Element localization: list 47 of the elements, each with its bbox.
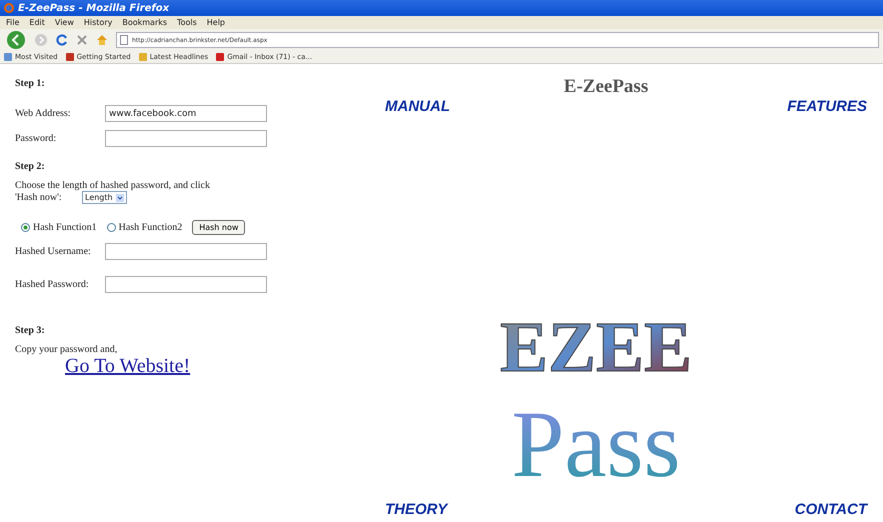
menu-item[interactable]: Bookmarks bbox=[122, 18, 168, 27]
menu-item[interactable]: Edit bbox=[29, 18, 45, 27]
envelope-icon bbox=[216, 53, 224, 61]
field-label: Hashed Username: bbox=[15, 246, 92, 257]
radio-label: Hash Function1 bbox=[33, 222, 97, 233]
menu-item[interactable]: File bbox=[6, 18, 20, 27]
caret-icon bbox=[116, 194, 124, 202]
radio-button[interactable] bbox=[21, 223, 30, 232]
instruction-text: 'Hash now': bbox=[15, 192, 63, 203]
radio-option[interactable]: Hash Function1 bbox=[21, 222, 97, 233]
radio-option[interactable]: Hash Function2 bbox=[106, 222, 182, 233]
instruction-text: Copy your password and, bbox=[15, 344, 118, 355]
nav-link[interactable]: CONTACT bbox=[794, 501, 867, 518]
logo-drawing: EZEE Pass bbox=[481, 271, 711, 501]
nav-link[interactable]: MANUAL bbox=[385, 98, 450, 115]
step-heading: Step 1: bbox=[15, 78, 46, 89]
bookmark-icon bbox=[66, 53, 74, 61]
input-field[interactable] bbox=[105, 276, 267, 293]
reload-icon[interactable] bbox=[56, 34, 68, 46]
input-field[interactable]: www.facebook.com bbox=[105, 105, 267, 122]
menu-item[interactable]: History bbox=[84, 18, 112, 27]
field-label: Web Address: bbox=[15, 108, 72, 119]
input-field[interactable] bbox=[105, 243, 267, 260]
step-heading: Step 2: bbox=[15, 161, 46, 172]
window-title: E-ZeePass - Mozilla Firefox bbox=[18, 2, 170, 14]
nav-link[interactable]: THEORY bbox=[385, 501, 448, 518]
field-label: Hashed Password: bbox=[15, 279, 90, 290]
forward-icon[interactable] bbox=[34, 33, 48, 47]
go-to-website-link[interactable]: Go To Website! bbox=[65, 355, 190, 377]
instruction-text: Choose the length of hashed password, and click bbox=[15, 180, 211, 191]
radio-label: Hash Function2 bbox=[118, 222, 182, 233]
menu-item[interactable]: View bbox=[54, 18, 74, 27]
radio-button[interactable] bbox=[106, 223, 116, 232]
step-heading: Step 3: bbox=[15, 325, 46, 336]
nav-link[interactable]: FEATURES bbox=[787, 98, 867, 115]
folder-icon bbox=[138, 53, 147, 61]
menu-item[interactable]: Tools bbox=[177, 18, 197, 27]
page-icon bbox=[120, 35, 128, 45]
input-field[interactable] bbox=[105, 130, 267, 147]
length-select[interactable]: Length bbox=[82, 191, 127, 204]
site-title: E-ZeePass bbox=[562, 76, 650, 98]
stop-icon[interactable] bbox=[76, 34, 88, 46]
back-icon[interactable] bbox=[6, 30, 26, 50]
field-label: Password: bbox=[15, 133, 58, 144]
menu-item[interactable]: Help bbox=[206, 18, 226, 27]
bookmark-icon bbox=[4, 53, 12, 61]
hash-now-button[interactable]: Hash now bbox=[192, 220, 246, 235]
